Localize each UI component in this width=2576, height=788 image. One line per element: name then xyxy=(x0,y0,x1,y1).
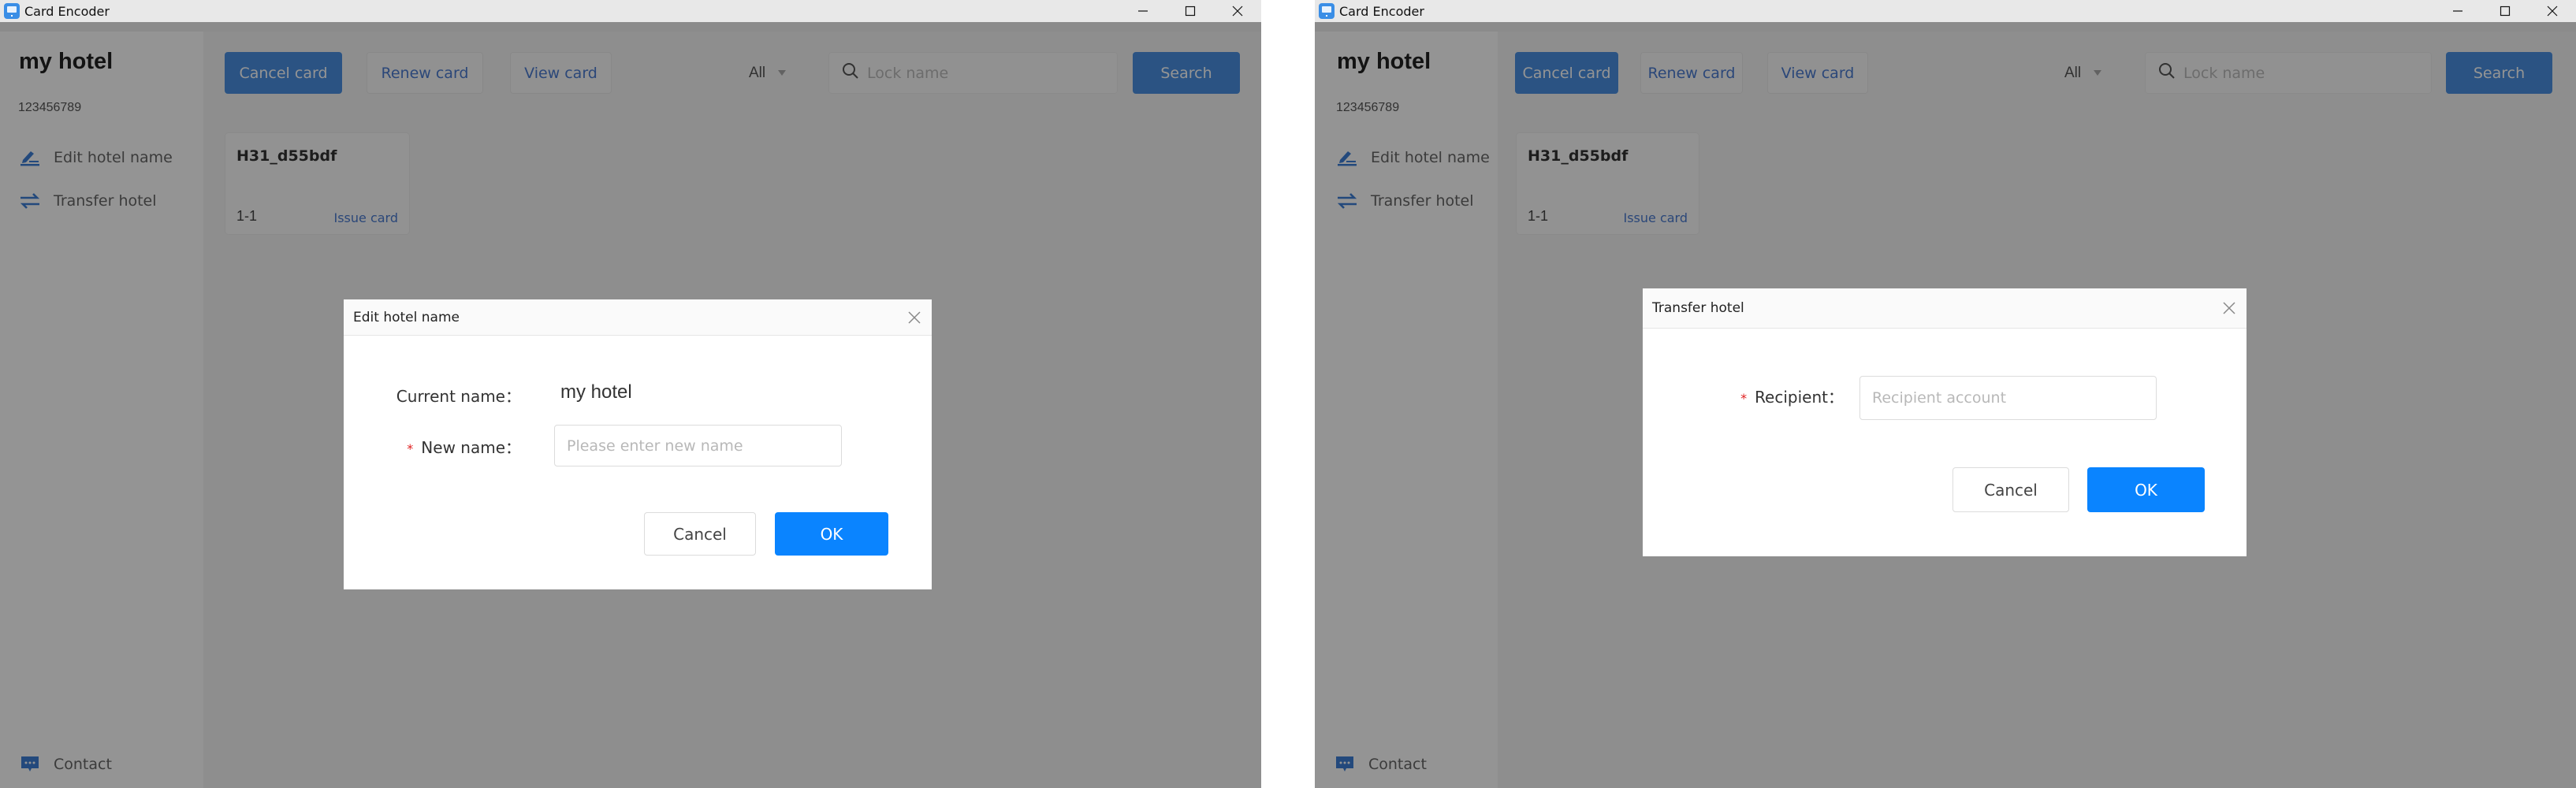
close-icon xyxy=(1232,6,1243,17)
required-asterisk: * xyxy=(1740,391,1748,406)
minimize-icon xyxy=(2453,10,2462,12)
new-name-input[interactable] xyxy=(554,425,842,466)
minimize-button[interactable] xyxy=(2434,0,2481,22)
app-window-right: Card Encoder my hotel 123456789 Edit hot… xyxy=(1315,0,2576,788)
new-name-label-text: New name： xyxy=(421,438,521,457)
dialog-header: Transfer hotel xyxy=(1643,288,2247,329)
recipient-label: * Recipient： xyxy=(1706,385,1844,407)
dialog-cancel-button[interactable]: Cancel xyxy=(1952,467,2069,512)
dialog-cancel-button[interactable]: Cancel xyxy=(644,512,756,556)
recipient-label-text: Recipient： xyxy=(1755,388,1844,407)
close-window-button[interactable] xyxy=(1214,0,1261,22)
maximize-button[interactable] xyxy=(1167,0,1214,22)
title-bar: Card Encoder xyxy=(1315,0,2576,22)
dialog-ok-button[interactable]: OK xyxy=(2087,467,2205,512)
current-name-value: my hotel xyxy=(560,381,632,403)
window-title: Card Encoder xyxy=(1339,3,1424,19)
minimize-button[interactable] xyxy=(1119,0,1167,22)
app-window-left: Card Encoder my hotel 123456789 Edit hot… xyxy=(0,0,1261,788)
window-controls xyxy=(1119,0,1261,22)
close-icon[interactable] xyxy=(2221,300,2237,316)
window-controls xyxy=(2434,0,2576,22)
edit-hotel-name-dialog: Edit hotel name Current name： my hotel *… xyxy=(344,299,932,589)
dialog-title: Edit hotel name xyxy=(353,309,460,325)
close-window-button[interactable] xyxy=(2529,0,2576,22)
required-asterisk: * xyxy=(407,441,414,456)
current-name-label: Current name： xyxy=(396,387,521,406)
recipient-input[interactable] xyxy=(1859,376,2157,420)
window-title: Card Encoder xyxy=(24,3,110,19)
transfer-hotel-dialog: Transfer hotel * Recipient： Cancel OK xyxy=(1643,288,2247,556)
dialog-ok-button[interactable]: OK xyxy=(775,512,888,556)
new-name-label: * New name： xyxy=(375,435,521,458)
maximize-icon xyxy=(1185,6,1196,17)
app-icon xyxy=(1319,3,1335,19)
modal-overlay[interactable]: Transfer hotel * Recipient： Cancel OK xyxy=(1315,22,2576,788)
dialog-header: Edit hotel name xyxy=(344,299,932,336)
title-bar: Card Encoder xyxy=(0,0,1261,22)
minimize-icon xyxy=(1138,10,1148,12)
app-icon xyxy=(4,3,20,19)
dialog-title: Transfer hotel xyxy=(1652,300,1744,316)
maximize-button[interactable] xyxy=(2481,0,2529,22)
modal-overlay[interactable]: Edit hotel name Current name： my hotel *… xyxy=(0,22,1261,788)
close-icon[interactable] xyxy=(906,310,922,325)
maximize-icon xyxy=(2500,6,2511,17)
close-icon xyxy=(2547,6,2558,17)
